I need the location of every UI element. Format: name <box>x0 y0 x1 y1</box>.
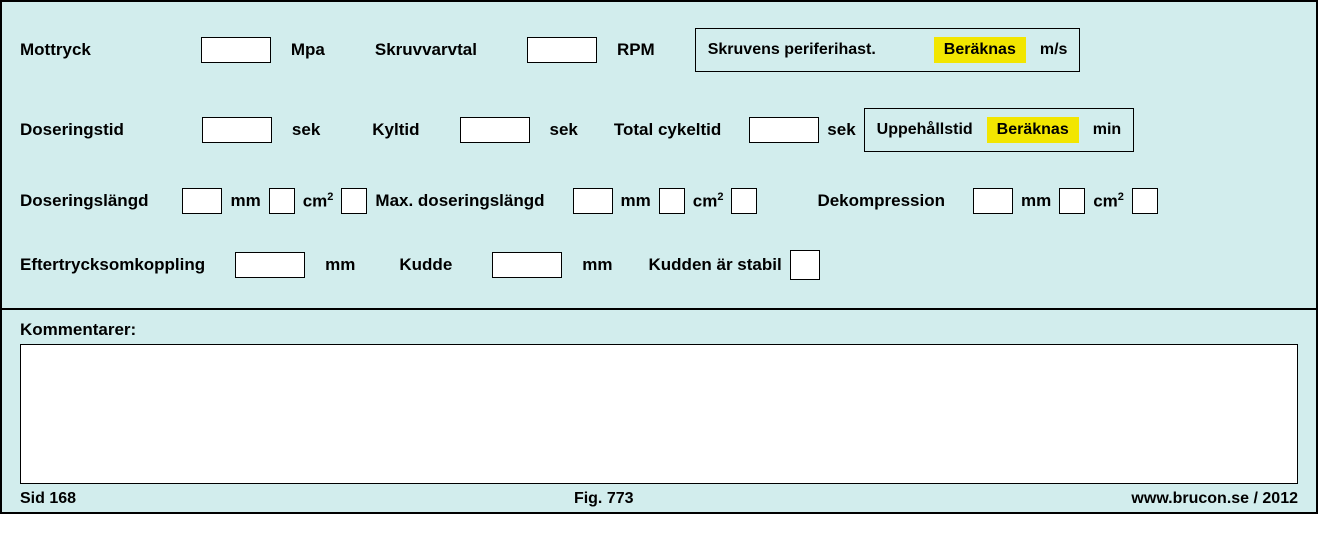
unit-sek2: sek <box>550 120 578 140</box>
input-dekomp-box2[interactable] <box>1132 188 1158 214</box>
input-eftertryck[interactable] <box>235 252 305 278</box>
footer-sid: Sid 168 <box>20 490 76 508</box>
bottom-section: Kommentarer: Sid 168 Fig. 773 www.brucon… <box>2 310 1316 512</box>
label-eftertryck: Eftertrycksomkoppling <box>20 255 205 275</box>
footer-row: Sid 168 Fig. 773 www.brucon.se / 2012 <box>20 490 1298 508</box>
form-page: Mottryck Mpa Skruvvarvtal RPM Skruvens p… <box>0 0 1318 514</box>
unit-mm-kudde: mm <box>582 255 612 275</box>
row-doseringslangd: Doseringslängd mm cm2 Max. doseringsläng… <box>20 188 1298 214</box>
footer-fig: Fig. 773 <box>574 490 634 508</box>
unit-mm-eft: mm <box>325 255 355 275</box>
label-maxdos: Max. doseringslängd <box>375 191 544 211</box>
unit-sek3: sek <box>827 120 855 140</box>
input-dekomp-box1[interactable] <box>1059 188 1085 214</box>
unit-mm1: mm <box>230 191 260 211</box>
label-mottryck: Mottryck <box>20 40 91 60</box>
input-maxdos-mm[interactable] <box>573 188 613 214</box>
row-doseringstid: Doseringstid sek Kyltid sek Total cykelt… <box>20 108 1298 152</box>
unit-min: min <box>1093 121 1121 139</box>
input-dekomp-mm[interactable] <box>973 188 1013 214</box>
label-doseringslangd: Doseringslängd <box>20 191 148 211</box>
unit-rpm: RPM <box>617 40 655 60</box>
label-kyltid: Kyltid <box>372 120 419 140</box>
unit-cm2: cm2 <box>693 191 724 212</box>
input-doslangd-box2[interactable] <box>341 188 367 214</box>
label-periferihast: Skruvens periferihast. <box>708 41 876 59</box>
top-section: Mottryck Mpa Skruvvarvtal RPM Skruvens p… <box>2 2 1316 310</box>
unit-mm3: mm <box>1021 191 1051 211</box>
row-eftertryck: Eftertrycksomkoppling mm Kudde mm Kudden… <box>20 250 1298 280</box>
unit-cm3: cm2 <box>1093 191 1124 212</box>
calc-periferihast: Skruvens periferihast. Beräknas m/s <box>695 28 1081 72</box>
input-maxdos-box1[interactable] <box>659 188 685 214</box>
footer-src: www.brucon.se / 2012 <box>1131 490 1298 508</box>
input-stabil-check[interactable] <box>790 250 820 280</box>
label-skruvvarvtal: Skruvvarvtal <box>375 40 477 60</box>
input-skruvvarvtal[interactable] <box>527 37 597 63</box>
unit-sek1: sek <box>292 120 320 140</box>
textarea-comments[interactable] <box>20 344 1298 484</box>
input-doseringstid[interactable] <box>202 117 272 143</box>
label-uppehall: Uppehållstid <box>877 121 973 139</box>
unit-mm2: mm <box>621 191 651 211</box>
calc-value-periferihast: Beräknas <box>934 37 1026 63</box>
unit-cm1: cm2 <box>303 191 334 212</box>
label-doseringstid: Doseringstid <box>20 120 124 140</box>
input-doslangd-mm[interactable] <box>182 188 222 214</box>
label-comments: Kommentarer: <box>20 320 1298 340</box>
input-kyltid[interactable] <box>460 117 530 143</box>
input-maxdos-box2[interactable] <box>731 188 757 214</box>
row-mottryck: Mottryck Mpa Skruvvarvtal RPM Skruvens p… <box>20 28 1298 72</box>
label-kudde: Kudde <box>399 255 452 275</box>
label-stabil: Kudden är stabil <box>649 255 782 275</box>
input-doslangd-box1[interactable] <box>269 188 295 214</box>
input-kudde[interactable] <box>492 252 562 278</box>
calc-value-uppehall: Beräknas <box>987 117 1079 143</box>
input-mottryck[interactable] <box>201 37 271 63</box>
label-dekompression: Dekompression <box>817 191 945 211</box>
unit-mpa: Mpa <box>291 40 325 60</box>
input-totalcykel[interactable] <box>749 117 819 143</box>
calc-uppehall: Uppehållstid Beräknas min <box>864 108 1135 152</box>
label-totalcykel: Total cykeltid <box>614 120 721 140</box>
unit-ms: m/s <box>1040 41 1068 59</box>
